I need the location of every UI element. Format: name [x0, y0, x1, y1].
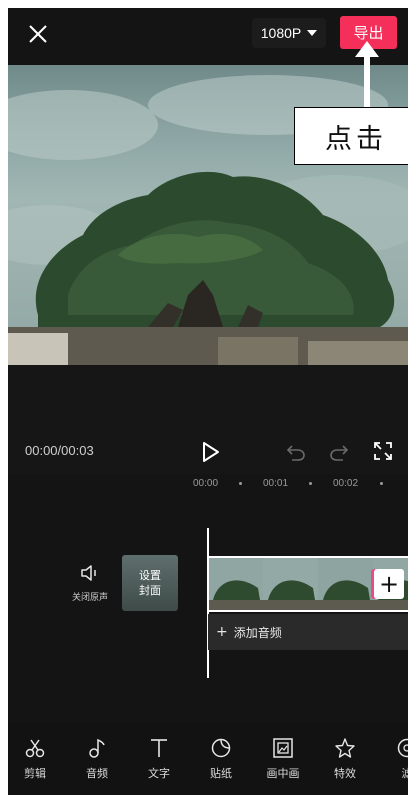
mute-original-audio-button[interactable]: 关闭原声 — [60, 563, 120, 611]
top-bar: 1080P 导出 — [8, 8, 408, 66]
toolbar-item-audio[interactable]: 音频 — [72, 737, 122, 781]
timecode: 00:00/00:03 — [25, 443, 94, 458]
bottom-toolbar: 剪辑 音频 文字 贴纸 画中画 特效 滤 — [8, 723, 408, 795]
redo-button[interactable] — [328, 441, 350, 463]
add-audio-button[interactable]: + 添加音频 — [208, 614, 408, 650]
scissors-icon — [25, 739, 45, 758]
sticker-icon — [211, 738, 231, 758]
toolbar-item-text[interactable]: 文字 — [134, 737, 184, 781]
ruler-dot — [309, 482, 312, 485]
toolbar-item-sticker[interactable]: 贴纸 — [196, 737, 246, 781]
effects-star-icon — [335, 738, 355, 758]
play-button[interactable] — [198, 439, 222, 465]
text-icon — [151, 739, 167, 757]
plus-icon: + — [216, 624, 228, 640]
toolbar-label: 特效 — [334, 767, 356, 780]
resolution-value: 1080P — [260, 25, 302, 41]
toolbar-label: 文字 — [148, 767, 170, 780]
chevron-down-icon — [307, 30, 318, 36]
export-label: 导出 — [353, 24, 384, 42]
toolbar-label: 音频 — [86, 767, 108, 780]
resolution-dropdown[interactable]: 1080P — [252, 18, 326, 48]
redo-icon — [330, 445, 349, 461]
ruler-tick: 00:02 — [333, 478, 359, 489]
fullscreen-button[interactable] — [372, 440, 394, 462]
toolbar-item-filter[interactable]: 滤 — [382, 737, 408, 781]
plus-icon: + — [378, 570, 400, 598]
toolbar-item-picture-in-picture[interactable]: 画中画 — [258, 737, 308, 781]
arrow-annotation-icon — [355, 41, 379, 109]
toolbar-label: 贴纸 — [210, 767, 232, 780]
filter-icon — [397, 738, 408, 758]
time-ruler: 00:00 00:01 00:02 — [8, 474, 408, 496]
mute-original-audio-label: 关闭原声 — [71, 593, 108, 603]
music-note-icon — [89, 738, 105, 758]
ruler-dot — [239, 482, 242, 485]
ruler-tick: 00:00 — [193, 478, 219, 489]
toolbar-item-effects[interactable]: 特效 — [320, 737, 370, 781]
play-icon — [203, 442, 219, 462]
annotation-label: 点击 — [294, 107, 408, 165]
playback-controls: 00:00/00:03 — [8, 433, 408, 473]
close-button[interactable] — [24, 20, 52, 48]
picture-in-picture-icon — [273, 738, 293, 758]
add-clip-button[interactable]: + — [374, 569, 404, 599]
ruler-tick: 00:01 — [263, 478, 289, 489]
playhead[interactable] — [207, 528, 209, 678]
fullscreen-icon — [374, 442, 392, 460]
toolbar-label: 剪辑 — [24, 767, 46, 780]
undo-icon — [286, 445, 305, 461]
toolbar-item-edit[interactable]: 剪辑 — [10, 737, 60, 781]
add-audio-label: 添加音频 — [233, 625, 282, 640]
undo-button[interactable] — [285, 441, 307, 463]
speaker-icon — [81, 565, 96, 581]
toolbar-label: 滤 — [401, 767, 409, 780]
set-cover-label: 设置 封面 — [139, 569, 161, 597]
toolbar-label: 画中画 — [266, 767, 300, 780]
ruler-dot — [380, 482, 383, 485]
close-icon — [29, 25, 47, 43]
editor-screen: 1080P 导出 点击 00:00/00:03 00:00 00:01 00:0… — [8, 8, 408, 795]
set-cover-button[interactable]: 设置 封面 — [122, 555, 178, 611]
